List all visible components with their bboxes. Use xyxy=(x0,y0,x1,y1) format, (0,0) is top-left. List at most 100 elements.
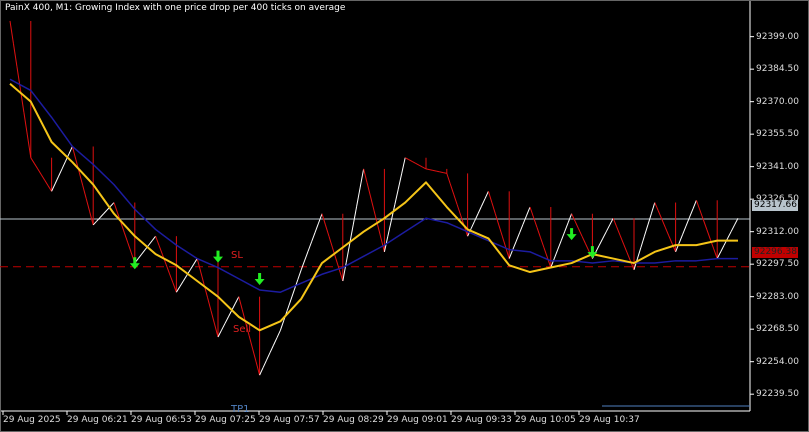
price-segment xyxy=(47,185,53,192)
price-segment xyxy=(217,330,222,338)
time-tick-label: 29 Aug 09:01 xyxy=(387,415,448,425)
price-segment xyxy=(172,282,177,293)
price-segment xyxy=(359,168,365,188)
price-segment xyxy=(193,258,198,265)
price-segment xyxy=(238,296,243,310)
price-segment xyxy=(650,202,656,214)
signal-arrow-icon xyxy=(213,250,223,263)
chart-frame xyxy=(0,0,809,432)
price-segment xyxy=(231,303,236,311)
price-tick-label: 92355.50 xyxy=(756,129,799,140)
price-segment xyxy=(512,241,517,251)
slow-moving-average xyxy=(9,78,738,293)
price-segment xyxy=(657,210,663,220)
price-tick-label: 92254.00 xyxy=(756,356,799,367)
time-tick-label: 29 Aug 07:57 xyxy=(259,415,320,425)
price-segment xyxy=(12,43,18,67)
price-segment xyxy=(248,335,254,350)
price-segment xyxy=(227,309,233,318)
price-segment xyxy=(23,112,28,135)
price-segment xyxy=(432,169,437,172)
price-segment xyxy=(262,359,267,368)
price-segment xyxy=(619,235,625,245)
price-segment xyxy=(515,232,521,242)
price-segment xyxy=(286,299,292,311)
price-segment xyxy=(113,202,118,213)
price-segment xyxy=(404,157,409,161)
price-segment xyxy=(311,232,316,242)
price-segment xyxy=(425,168,430,171)
price-segment xyxy=(633,258,638,270)
price-segment xyxy=(276,330,281,338)
price-segment xyxy=(519,224,524,233)
price-segment xyxy=(234,296,240,304)
price-segment xyxy=(574,221,579,229)
price-segment xyxy=(595,244,600,253)
price-segment xyxy=(661,218,666,228)
price-segment xyxy=(141,249,146,255)
price-segment xyxy=(338,269,344,282)
price-segment xyxy=(210,310,216,325)
price-segment xyxy=(695,200,701,211)
price-segment xyxy=(678,234,683,244)
price-segment xyxy=(44,179,49,186)
price-segment xyxy=(536,227,541,238)
price-segment xyxy=(328,236,333,248)
price-segment xyxy=(26,134,32,158)
price-segment xyxy=(654,202,659,211)
price-segment xyxy=(314,222,320,233)
price-tick-label: 92370.00 xyxy=(756,96,799,107)
price-segment xyxy=(643,224,649,237)
price-segment xyxy=(449,183,455,195)
price-segment xyxy=(363,168,368,183)
price-segment xyxy=(37,168,42,175)
price-segment xyxy=(397,173,403,190)
price-segment xyxy=(557,240,562,250)
price-segment xyxy=(68,146,73,155)
price-segment xyxy=(487,191,493,203)
price-segment xyxy=(304,250,309,261)
price-segment xyxy=(453,194,458,205)
price-segment xyxy=(269,345,274,353)
price-tick-label: 92399.00 xyxy=(756,31,799,42)
price-segment xyxy=(481,198,486,207)
price-segment xyxy=(155,235,160,246)
price-segment xyxy=(110,202,115,207)
time-tick-label: 29 Aug 2025 xyxy=(3,415,61,425)
price-segment xyxy=(598,238,604,246)
time-tick-label: 29 Aug 07:25 xyxy=(195,415,256,425)
price-tick-label: 92283.00 xyxy=(756,291,799,302)
price-segment xyxy=(439,171,444,174)
price-segment xyxy=(415,162,420,166)
price-segment xyxy=(266,352,271,361)
price-segment xyxy=(484,191,489,200)
chart-window[interactable]: PainX 400, M1: Growing Index with one pr… xyxy=(0,0,809,432)
price-tick-label: 92268.50 xyxy=(756,324,799,335)
price-segment xyxy=(40,174,46,181)
price-segment xyxy=(560,231,566,241)
price-segment xyxy=(581,235,586,244)
price-segment xyxy=(297,269,302,281)
price-segment xyxy=(224,316,229,324)
price-chart[interactable] xyxy=(0,0,809,432)
price-segment xyxy=(418,164,423,168)
signal-arrow-icon xyxy=(566,228,577,241)
price-segment xyxy=(529,206,534,218)
price-segment xyxy=(508,249,514,259)
price-segment xyxy=(501,236,507,248)
price-segment xyxy=(89,211,94,226)
price-tick-label: 92312.00 xyxy=(756,226,799,237)
price-segment xyxy=(422,166,427,170)
price-segment xyxy=(623,243,628,253)
price-segment xyxy=(408,159,413,162)
price-segment xyxy=(148,240,153,246)
price-segment xyxy=(255,361,261,376)
price-segment xyxy=(716,251,722,259)
tp-label: TP1 xyxy=(231,404,250,415)
price-segment xyxy=(92,220,98,226)
price-segment xyxy=(370,196,375,211)
price-segment xyxy=(522,215,527,225)
price-segment xyxy=(123,232,129,244)
price-segment xyxy=(564,222,569,232)
price-segment xyxy=(585,243,590,252)
